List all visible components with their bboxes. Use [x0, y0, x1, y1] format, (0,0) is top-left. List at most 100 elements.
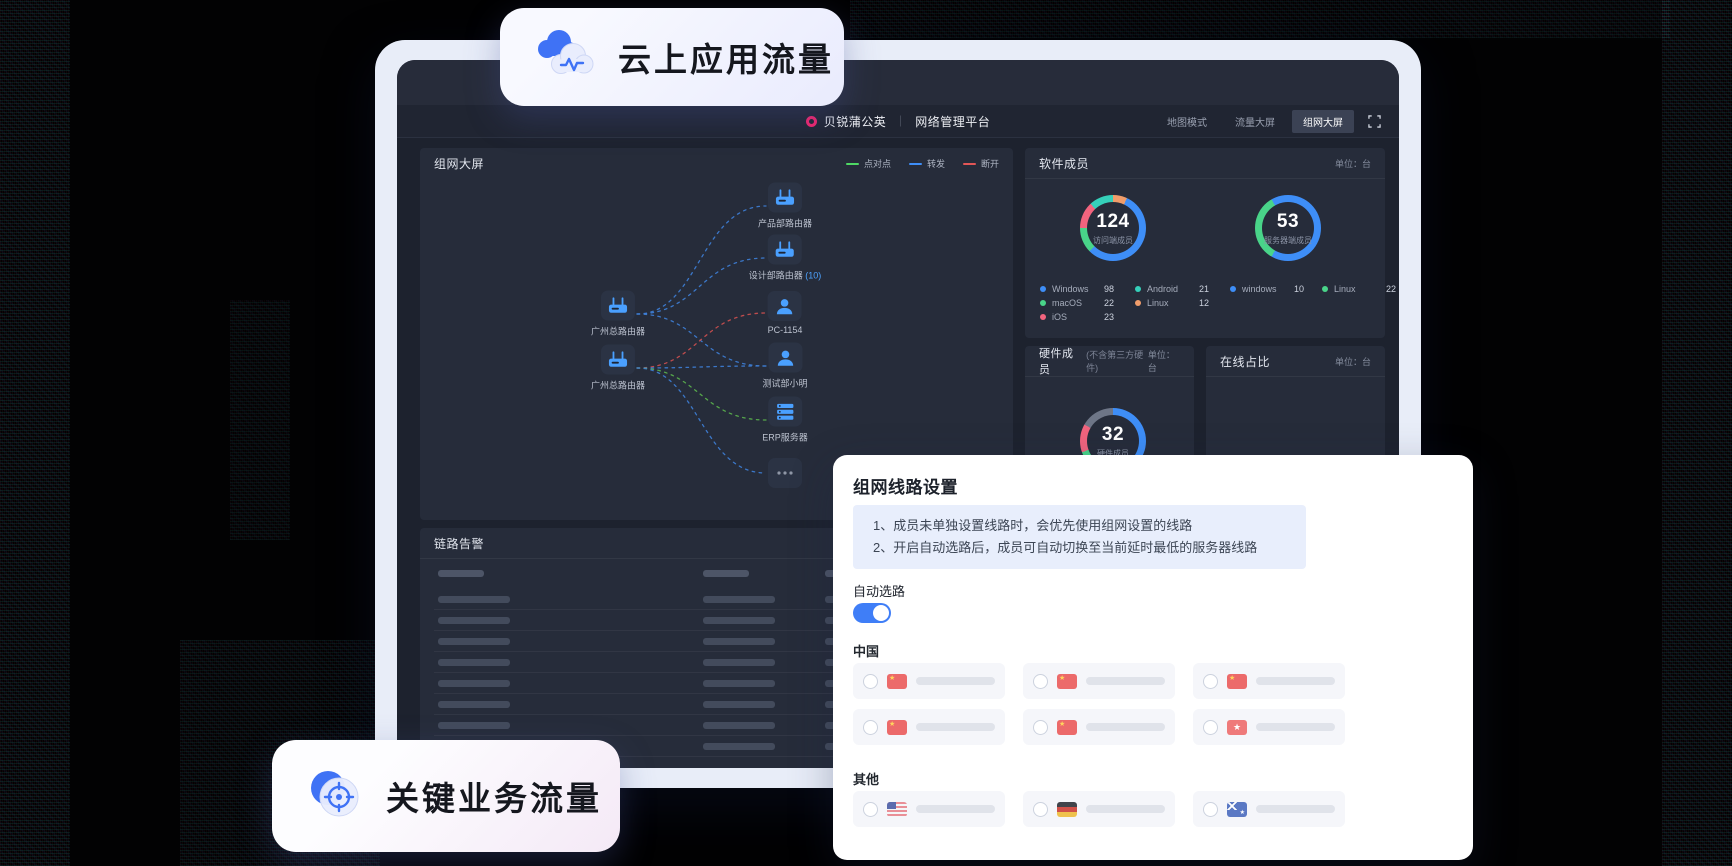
line-name-skeleton — [916, 677, 995, 685]
donut-center: 53服务器端成员 — [1262, 202, 1314, 254]
auto-route-label: 自动选路 — [853, 581, 905, 600]
topology-node-label: ERP服务器 — [762, 431, 808, 444]
topology-node-label: 产品部路由器 — [758, 217, 812, 230]
line-name-skeleton — [1086, 677, 1165, 685]
topology-edge-forward — [637, 366, 766, 368]
route-note-line-1: 1、成员未单独设置线路时，会优先使用组网设置的线路 — [873, 515, 1286, 537]
topology-node-person[interactable]: 测试部小明 — [762, 343, 807, 390]
line-option-card[interactable]: ★ — [1023, 663, 1175, 699]
fullscreen-icon[interactable] — [1368, 115, 1381, 128]
route-settings-panel: 组网线路设置 1、成员未单独设置线路时，会优先使用组网设置的线路 2、开启自动选… — [833, 455, 1473, 860]
line-option-card[interactable]: ★ — [1193, 791, 1345, 827]
line-option-card[interactable]: ★ — [853, 663, 1005, 699]
section-title-other: 其他 — [853, 769, 879, 788]
topology-node-dots[interactable] — [768, 458, 802, 488]
donut-value: 32 — [1102, 424, 1124, 446]
china-flag-icon: ★ — [887, 720, 907, 735]
software-members-unit: 单位：台 — [1335, 157, 1371, 170]
server-icon — [768, 397, 802, 427]
key-business-traffic-label: 关键业务流量 — [386, 772, 602, 820]
link-alarm-title: 链路告警 — [434, 535, 484, 552]
line-radio[interactable] — [863, 802, 878, 817]
route-settings-note: 1、成员未单独设置线路时，会优先使用组网设置的线路 2、开启自动选路后，成员可自… — [853, 505, 1306, 569]
line-radio[interactable] — [863, 720, 878, 735]
line-option-card[interactable]: ★ — [1193, 663, 1345, 699]
line-option-card[interactable]: ★ — [1193, 709, 1345, 745]
auto-route-toggle[interactable] — [853, 603, 891, 623]
line-option-card[interactable]: ★ — [1023, 709, 1175, 745]
line-radio[interactable] — [1033, 802, 1048, 817]
route-settings-title: 组网线路设置 — [853, 473, 958, 498]
topology-node-label: 测试部小明 — [762, 377, 807, 390]
star-flag-icon: ★ — [1227, 720, 1247, 735]
legend-dot — [1040, 286, 1046, 292]
glitch-noise-left — [0, 0, 70, 866]
software-members-charts: 124访问端成员53服务器端成员Windows98Android21macOS2… — [1025, 178, 1385, 338]
chart-legend-item: iOS23 — [1040, 312, 1114, 322]
line-option-card[interactable]: ★ — [853, 709, 1005, 745]
hardware-members-title: 硬件成员 — [1039, 345, 1080, 377]
brand-separator: ｜ — [895, 113, 906, 129]
nav-button-0[interactable]: 地图模式 — [1156, 110, 1218, 133]
software-members-header: 软件成员 单位：台 — [1025, 148, 1385, 179]
alarm-row-skeleton — [438, 617, 510, 624]
alarm-col-header-skeleton — [438, 570, 484, 577]
alarm-row-skeleton — [703, 617, 775, 624]
legend-value: 10 — [1294, 284, 1304, 294]
line-radio[interactable] — [1033, 674, 1048, 689]
software-members-title: 软件成员 — [1039, 155, 1089, 172]
alarm-row-skeleton — [438, 638, 510, 645]
legend-name: iOS — [1052, 312, 1098, 322]
alarm-row-skeleton — [438, 659, 510, 666]
chart-legend-item: Linux22 — [1322, 284, 1396, 294]
glitch-noise-right — [1662, 0, 1732, 866]
topology-node-router[interactable]: 设计部路由器 (10) — [749, 235, 822, 282]
donut-chart: 53服务器端成员 — [1255, 195, 1321, 261]
chart-legend-item: Linux12 — [1135, 298, 1209, 308]
legend-dot — [1040, 300, 1046, 306]
legend-name: macOS — [1052, 298, 1098, 308]
legend-name: Windows — [1052, 284, 1098, 294]
person-icon — [768, 343, 802, 373]
topology-edge-p2p — [637, 368, 766, 420]
view-switcher: 地图模式流量大屏组网大屏 — [1156, 110, 1381, 133]
topology-node-person[interactable]: PC-1154 — [768, 291, 803, 335]
topology-node-label: 广州总路由器 — [591, 379, 645, 392]
line-radio[interactable] — [1203, 802, 1218, 817]
key-business-traffic-badge: 关键业务流量 — [272, 740, 620, 852]
line-radio[interactable] — [1033, 720, 1048, 735]
alarm-row-skeleton — [703, 638, 775, 645]
nav-button-2[interactable]: 组网大屏 — [1292, 110, 1354, 133]
line-name-skeleton — [1086, 805, 1165, 813]
line-radio[interactable] — [1203, 674, 1218, 689]
topology-node-router[interactable]: 广州总路由器 — [591, 291, 645, 338]
legend-dot — [1230, 286, 1236, 292]
glitch-noise-top — [850, 0, 1670, 38]
topology-node-router[interactable]: 产品部路由器 — [758, 183, 812, 230]
chart-legend-item: Windows98 — [1040, 284, 1114, 294]
line-option-card[interactable] — [1023, 791, 1175, 827]
line-name-skeleton — [916, 723, 995, 731]
product-name: 网络管理平台 — [915, 113, 990, 130]
china-flag-icon: ★ — [1227, 674, 1247, 689]
donut-label: 访问端成员 — [1093, 235, 1133, 246]
cloud-app-traffic-label: 云上应用流量 — [618, 33, 834, 81]
legend-dot — [1135, 286, 1141, 292]
nav-button-1[interactable]: 流量大屏 — [1224, 110, 1286, 133]
line-radio[interactable] — [863, 674, 878, 689]
online-ratio-unit: 单位：台 — [1335, 355, 1371, 368]
line-option-card[interactable] — [853, 791, 1005, 827]
hardware-members-header: 硬件成员 (不含第三方硬件) 单位：台 — [1025, 346, 1194, 377]
alarm-row-skeleton — [438, 701, 510, 708]
legend-name: Linux — [1147, 298, 1193, 308]
line-name-skeleton — [1086, 723, 1165, 731]
topology-node-server[interactable]: ERP服务器 — [762, 397, 808, 444]
alarm-row-skeleton — [438, 680, 510, 687]
donut-value: 53 — [1277, 211, 1299, 233]
topology-node-router[interactable]: 广州总路由器 — [591, 345, 645, 392]
toggle-knob — [873, 605, 889, 621]
alarm-row-skeleton — [703, 680, 775, 687]
line-radio[interactable] — [1203, 720, 1218, 735]
alarm-row-skeleton — [703, 659, 775, 666]
target-traffic-icon — [306, 766, 364, 827]
